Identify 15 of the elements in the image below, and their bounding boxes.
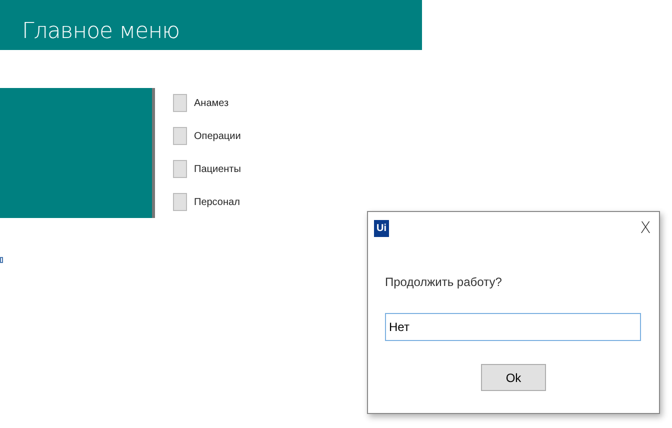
checkbox[interactable] bbox=[173, 193, 187, 211]
checkbox[interactable] bbox=[173, 127, 187, 145]
close-button[interactable]: X bbox=[640, 218, 651, 238]
checkbox-label: Анамез bbox=[194, 96, 229, 110]
square-icon bbox=[0, 257, 3, 263]
checkbox[interactable] bbox=[173, 160, 187, 178]
app-logo: Ui bbox=[374, 220, 389, 237]
ok-button[interactable]: Ok bbox=[481, 364, 546, 391]
checkbox[interactable] bbox=[173, 94, 187, 112]
checkbox-label: Операции bbox=[194, 130, 241, 144]
page-title: Главное меню bbox=[22, 20, 180, 44]
checkbox-label: Пациенты bbox=[194, 162, 241, 176]
dialog-message: Продолжить работу? bbox=[385, 274, 502, 291]
input-field[interactable]: Нет bbox=[385, 313, 641, 341]
checkbox-label: Персонал bbox=[194, 196, 240, 210]
